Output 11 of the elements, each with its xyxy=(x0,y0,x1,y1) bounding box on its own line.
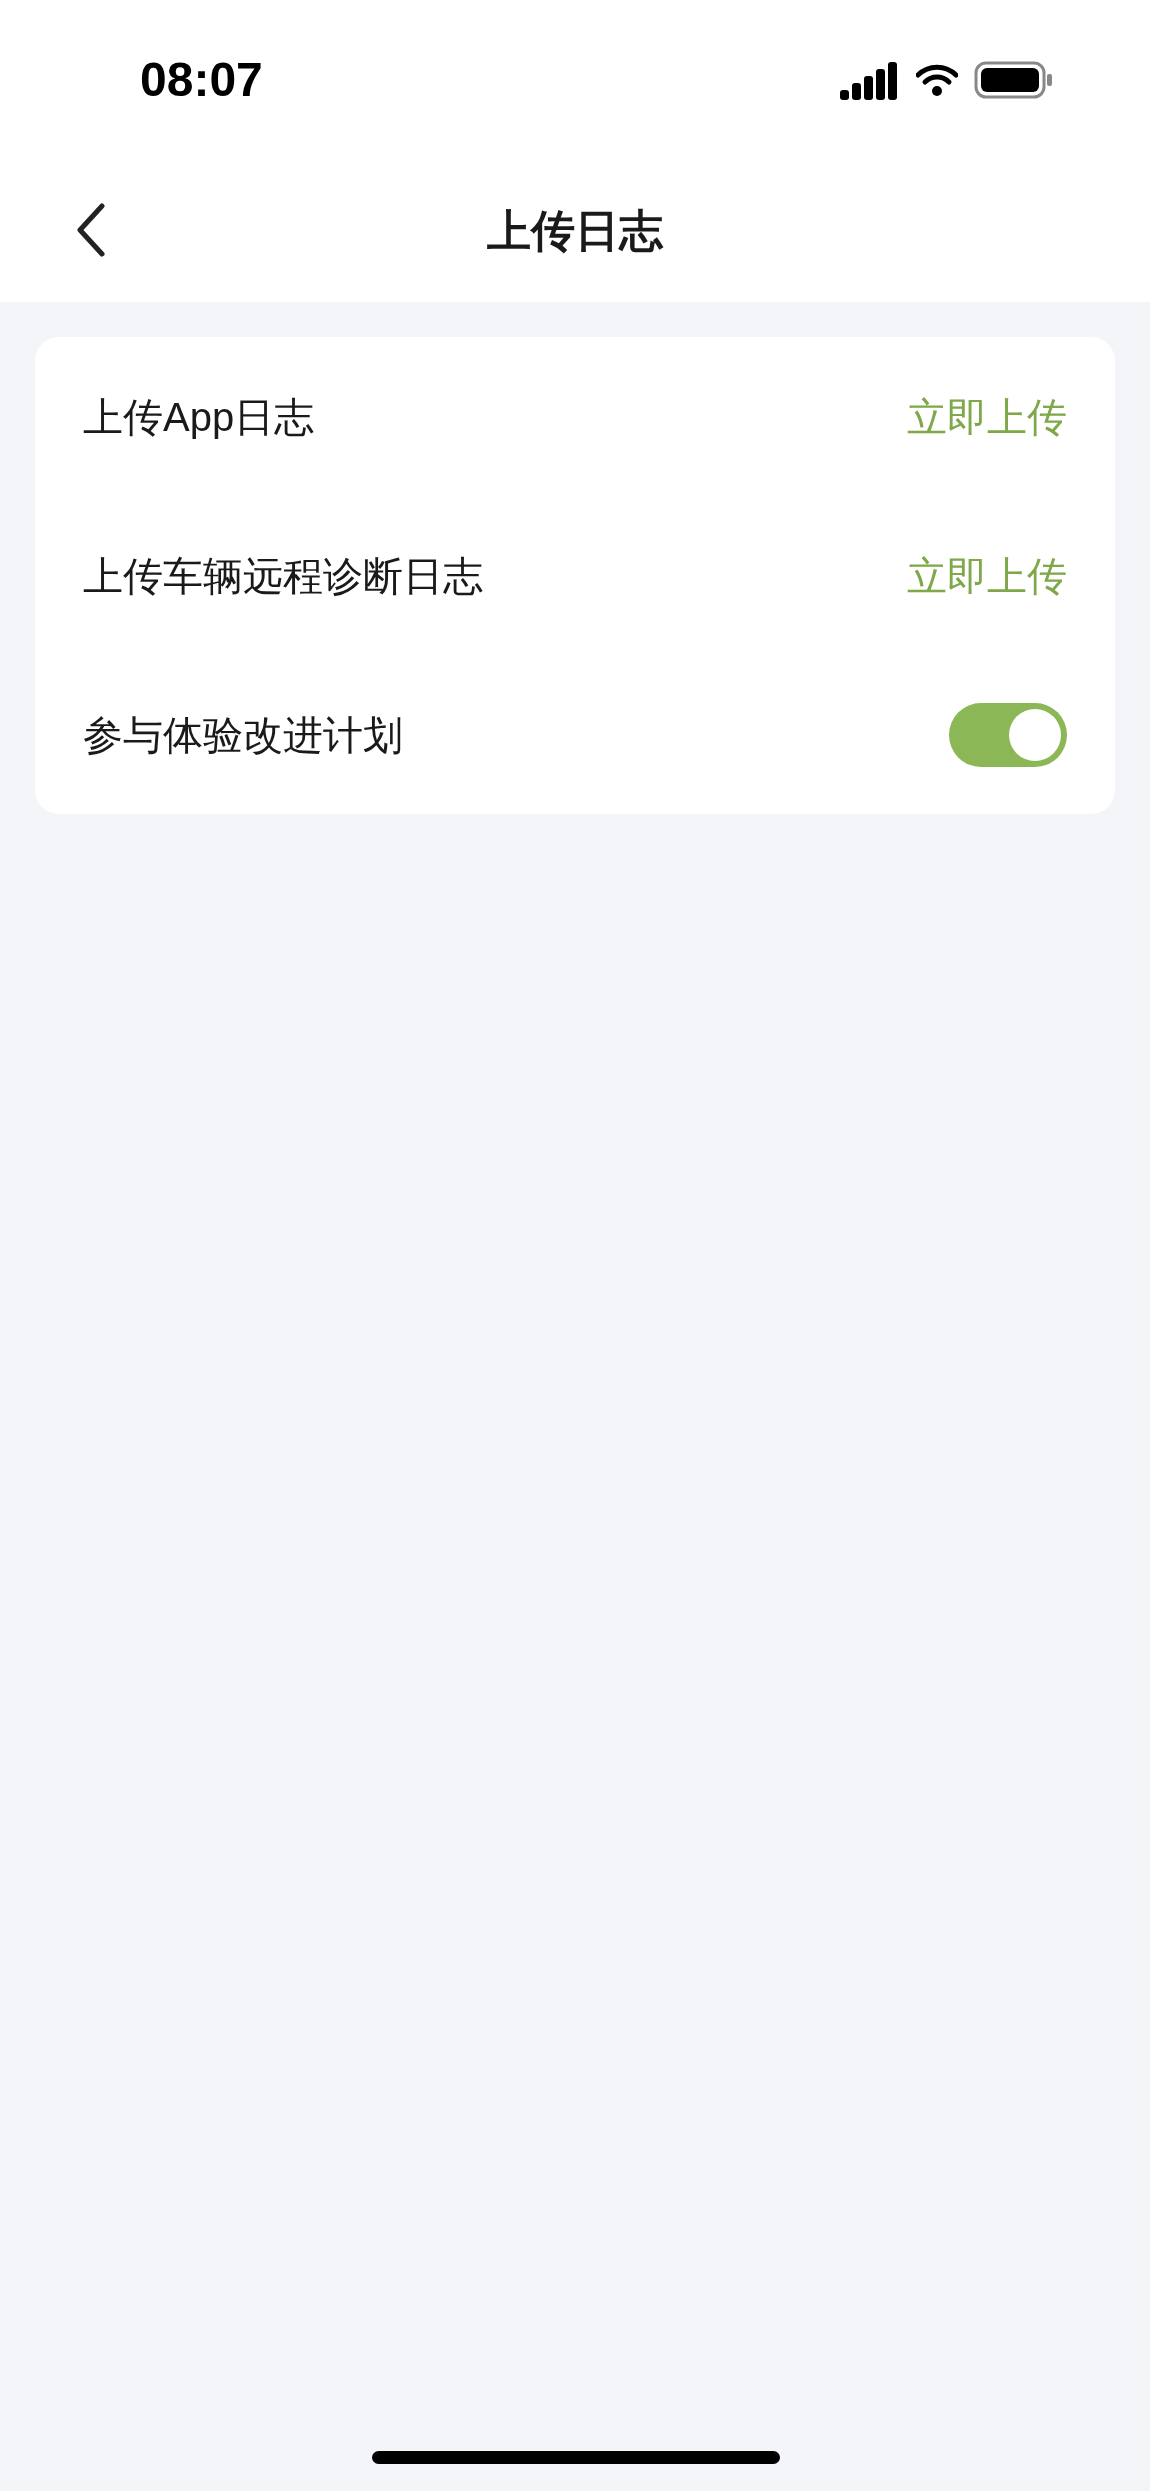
wifi-icon xyxy=(916,64,958,96)
upload-link[interactable]: 立即上传 xyxy=(907,386,1067,447)
setting-label: 上传车辆远程诊断日志 xyxy=(83,552,483,600)
signal-icon xyxy=(840,60,900,100)
status-time: 08:07 xyxy=(140,52,263,108)
battery-icon xyxy=(974,61,1054,99)
page-title: 上传日志 xyxy=(487,205,663,257)
setting-label: 参与体验改进计划 xyxy=(83,711,403,759)
upload-link[interactable]: 立即上传 xyxy=(907,545,1067,606)
back-icon[interactable] xyxy=(74,202,106,258)
setting-label: 上传App日志 xyxy=(83,393,315,441)
